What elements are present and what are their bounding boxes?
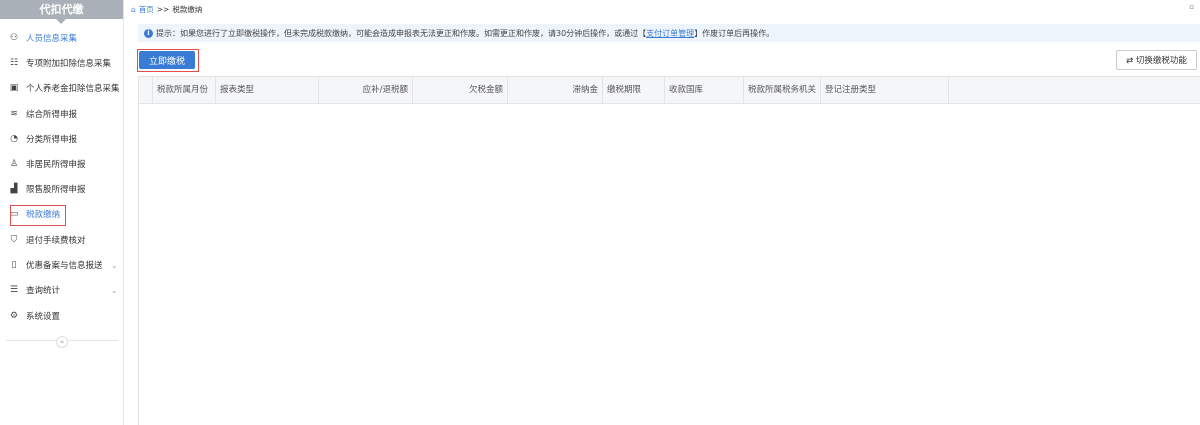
breadcrumb-home[interactable]: 首页 (139, 4, 154, 15)
sidebar-item-label: 系统设置 (26, 312, 61, 322)
search-list-icon: ☰ (9, 285, 19, 295)
sidebar-item-label: 专项附加扣除信息采集 (26, 59, 112, 69)
sidebar-item-label: 人员信息采集 (26, 34, 78, 44)
column-header: 报表类型 (216, 77, 319, 103)
grid-icon: ☷ (9, 58, 19, 68)
sidebar-item[interactable]: ♙ 非居民所得申报 (0, 154, 124, 174)
layers-icon: ≋ (10, 109, 18, 119)
sidebar-item[interactable]: ◔ 分类所得申报 (0, 129, 124, 149)
sidebar-item[interactable]: ▯ 优惠备案与信息报送 ⌄ (0, 255, 124, 275)
close-tab-icon[interactable]: ▫ (1189, 3, 1194, 11)
highlight-box (10, 205, 66, 226)
sidebar-item[interactable]: ▣ 个人养老金扣除信息采集 (0, 78, 124, 98)
column-header: 应补/退税额 (319, 77, 413, 103)
switch-icon: ⇄ (1126, 56, 1136, 66)
notice-bar: i 提示：如果您进行了立即缴税操作，但未完成税款缴纳，可能会造成申报表无法更正和… (138, 24, 1200, 42)
person-icon: ♙ (9, 159, 19, 169)
pay-now-button[interactable]: 立即缴税 (139, 51, 195, 69)
breadcrumb: ⌂ 首页 >> 税款缴纳 (131, 4, 202, 15)
sidebar-item[interactable]: ⚇ 人员信息采集 (0, 28, 124, 48)
chevron-down-icon[interactable]: ⌄ (111, 286, 118, 295)
pie-icon: ◔ (10, 134, 18, 144)
column-header: 登记注册类型 (821, 77, 949, 103)
column-header: 收款国库 (665, 77, 744, 103)
home-icon[interactable]: ⌂ (131, 5, 136, 14)
gear-icon: ⚙ (9, 311, 19, 321)
breadcrumb-current: 税款缴纳 (172, 5, 203, 14)
sidebar-item[interactable]: ☷ 专项附加扣除信息采集 (0, 53, 124, 73)
info-icon: i (144, 28, 153, 38)
sidebar-item-label: 个人养老金扣除信息采集 (26, 84, 120, 94)
sidebar-item-label: 分类所得申报 (26, 135, 78, 145)
sidebar-item[interactable]: ▟ 限售股所得申报 (0, 179, 124, 199)
sidebar-title: 代扣代缴 (0, 0, 123, 24)
column-header: 缴税期限 (603, 77, 665, 103)
column-header: 税款所属税务机关 (744, 77, 821, 103)
chevron-down-icon[interactable]: ⌄ (111, 261, 118, 270)
chevron-left-icon[interactable]: « (56, 336, 68, 348)
user-icon: ⚇ (9, 33, 19, 43)
document-icon: ▯ (11, 260, 17, 270)
sidebar-item[interactable]: ⚙ 系统设置 (0, 306, 124, 326)
column-header: 税款所属月份 (153, 77, 216, 103)
pension-icon: ▣ (9, 83, 19, 93)
sidebar-item[interactable]: ⛉ 退付手续费核对 (0, 230, 124, 250)
breadcrumb-sep: >> (156, 5, 170, 14)
sidebar-item-label: 限售股所得申报 (26, 185, 86, 195)
column-header-empty (949, 77, 1200, 103)
sidebar-item-label: 优惠备案与信息报送 (26, 261, 103, 271)
select-all-column[interactable] (139, 77, 153, 103)
notice-suffix: 】作废订单后再操作。 (694, 28, 775, 38)
sidebar-item[interactable]: ☰ 查询统计 ⌄ (0, 280, 124, 300)
tax-table: 税款所属月份 报表类型 应补/退税额 欠税金额 滞纳金 缴税期限 收款国库 税款… (138, 76, 1200, 425)
sidebar-item-label: 综合所得申报 (26, 110, 78, 120)
bar-chart-icon: ▟ (10, 184, 18, 194)
sidebar-item-label: 查询统计 (26, 286, 61, 296)
shield-icon: ⛉ (10, 235, 18, 245)
sidebar-item[interactable]: ≋ 综合所得申报 (0, 104, 124, 124)
switch-label: 切换缴税功能 (1135, 56, 1187, 66)
switch-function-button[interactable]: ⇄ 切换缴税功能 (1116, 50, 1197, 70)
column-header: 欠税金额 (413, 77, 508, 103)
payment-order-link[interactable]: 支付订单管理 (646, 28, 694, 39)
table-header: 税款所属月份 报表类型 应补/退税额 欠税金额 滞纳金 缴税期限 收款国库 税款… (139, 76, 1200, 104)
notice-prefix: 提示：如果您进行了立即缴税操作，但未完成税款缴纳，可能会造成申报表无法更正和作废… (156, 28, 647, 38)
collapse-sidebar-button[interactable]: « (6, 336, 118, 348)
sidebar-item-label: 非居民所得申报 (26, 160, 86, 170)
column-header: 滞纳金 (508, 77, 603, 103)
sidebar-item-label: 退付手续费核对 (26, 236, 86, 246)
